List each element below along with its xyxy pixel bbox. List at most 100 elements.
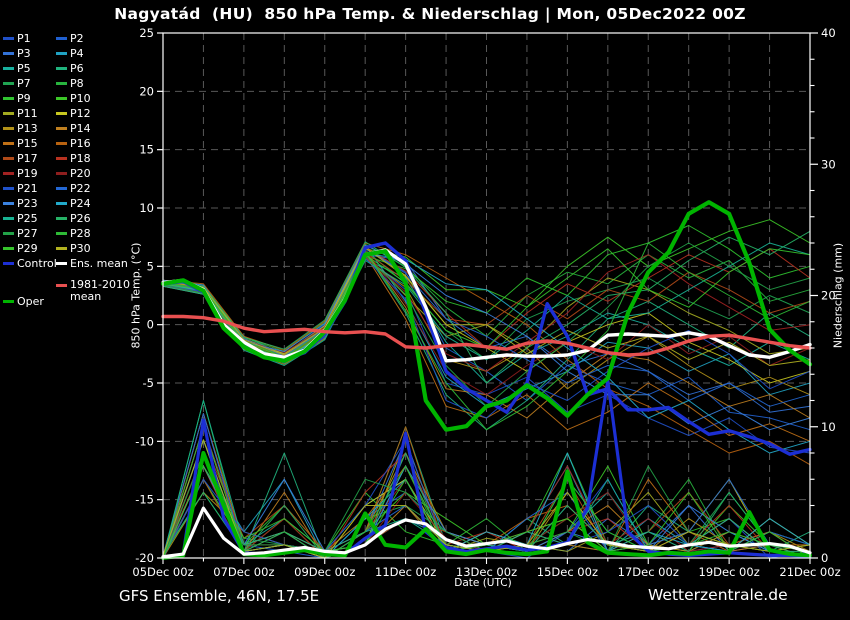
legend-item-label: P18 [70, 152, 91, 165]
legend-swatch [56, 52, 67, 55]
legend-item-label: P23 [17, 197, 38, 210]
legend-item-control: Control [3, 257, 56, 270]
y-right-tick-label: 40 [821, 26, 836, 40]
legend-item-label: P20 [70, 167, 91, 180]
legend-swatch [56, 187, 67, 190]
legend-swatch [3, 172, 14, 175]
legend-item-label: P27 [17, 227, 38, 240]
y-right-tick-label: 10 [821, 420, 836, 434]
meteogram-figure: 2520151050-5-10-15-2040302010005Dec 00z0… [0, 0, 850, 620]
legend-item-P3: P3 [3, 47, 56, 60]
legend-item-label: P28 [70, 227, 91, 240]
legend-swatch [3, 232, 14, 235]
legend-swatch [56, 67, 67, 70]
legend-swatch [56, 112, 67, 115]
legend-swatch [56, 37, 67, 40]
legend-item-label: P15 [17, 137, 38, 150]
legend-item-P5: P5 [3, 62, 56, 75]
legend-item-label: P10 [70, 92, 91, 105]
legend-item-label: P6 [70, 62, 84, 75]
y-left-tick-label: 0 [147, 318, 154, 332]
legend-swatch [3, 217, 14, 220]
legend-item-P10: P10 [56, 92, 133, 105]
legend-swatch [3, 202, 14, 205]
y-left-tick-label: 5 [147, 259, 154, 273]
legend-item-P26: P26 [56, 212, 133, 225]
legend-swatch [56, 262, 67, 265]
legend-swatch [3, 247, 14, 250]
legend-item-ens-mean: Ens. mean [56, 257, 133, 270]
legend-item-P22: P22 [56, 182, 133, 195]
x-tick-label: 07Dec 00z [213, 565, 274, 579]
y-left-tick-label: 10 [139, 201, 154, 215]
legend-item-label: P22 [70, 182, 91, 195]
legend-item-label: P19 [17, 167, 38, 180]
legend-item-P28: P28 [56, 227, 133, 240]
legend-item-label: P1 [17, 32, 31, 45]
legend-item-P30: P30 [56, 242, 133, 255]
legend-item-P2: P2 [56, 32, 133, 45]
legend-swatch [56, 172, 67, 175]
y-left-tick-label: -15 [135, 493, 154, 507]
legend-swatch [56, 142, 67, 145]
legend-item-P23: P23 [3, 197, 56, 210]
legend-item-P8: P8 [56, 77, 133, 90]
legend-swatch [56, 217, 67, 220]
x-tick-label: 05Dec 00z [132, 565, 193, 579]
legend-swatch [3, 112, 14, 115]
legend-item-label: P5 [17, 62, 31, 75]
legend-item-P4: P4 [56, 47, 133, 60]
legend-item-P27: P27 [3, 227, 56, 240]
y-left-tick-label: 20 [139, 84, 154, 98]
legend-item-label: 1981-2010 mean [70, 279, 130, 303]
legend-item-label: P3 [17, 47, 31, 60]
legend-item-label: P24 [70, 197, 91, 210]
legend-item-P29: P29 [3, 242, 56, 255]
legend-swatch [56, 247, 67, 250]
legend-item-label: P17 [17, 152, 38, 165]
x-tick-label: 19Dec 00z [699, 565, 760, 579]
legend-item-P25: P25 [3, 212, 56, 225]
climate-mean-swatch [56, 284, 67, 287]
y-right-tick-label: 30 [821, 157, 836, 171]
legend-item-label: P13 [17, 122, 38, 135]
legend-swatch [3, 97, 14, 100]
legend-swatch [3, 127, 14, 130]
x-tick-label: 17Dec 00z [618, 565, 679, 579]
legend-item-label: Control [17, 257, 57, 270]
y-right-tick-label: 0 [821, 551, 828, 565]
x-tick-label: 21Dec 00z [779, 565, 840, 579]
legend-item-P18: P18 [56, 152, 133, 165]
legend-item-label: P4 [70, 47, 84, 60]
legend-swatch [56, 97, 67, 100]
legend-item-P21: P21 [3, 182, 56, 195]
x-tick-label: 09Dec 00z [294, 565, 355, 579]
legend-item-label: P7 [17, 77, 31, 90]
legend-item-label: P26 [70, 212, 91, 225]
legend-item-label: P12 [70, 107, 91, 120]
legend-item-P17: P17 [3, 152, 56, 165]
legend-item-P7: P7 [3, 77, 56, 90]
legend-swatch [3, 187, 14, 190]
legend-item-P9: P9 [3, 92, 56, 105]
legend-item-P16: P16 [56, 137, 133, 150]
y-left-tick-label: -10 [135, 434, 154, 448]
legend-item-P19: P19 [3, 167, 56, 180]
y-left-tick-label: -20 [135, 551, 154, 565]
legend-item-label: P16 [70, 137, 91, 150]
legend-swatch [3, 82, 14, 85]
legend-item-P14: P14 [56, 122, 133, 135]
legend-swatch [56, 127, 67, 130]
legend-item-P6: P6 [56, 62, 133, 75]
x-axis-title: Date (UTC) [428, 577, 538, 589]
legend-swatch [3, 67, 14, 70]
legend-item-oper: Oper [3, 295, 44, 308]
x-tick-label: 15Dec 00z [537, 565, 598, 579]
y-left-tick-label: -5 [143, 376, 154, 390]
legend-item-label: P2 [70, 32, 84, 45]
legend-swatch [3, 142, 14, 145]
legend-grid: P1 P2 P3 P4 P5 P6 P7 P8P9 P10 P11 P12 P13 P14 P15 P16 P… [3, 31, 133, 271]
legend-item-P11: P11 [3, 107, 56, 120]
legend-item-label: P21 [17, 182, 38, 195]
legend-item-P12: P12 [56, 107, 133, 120]
